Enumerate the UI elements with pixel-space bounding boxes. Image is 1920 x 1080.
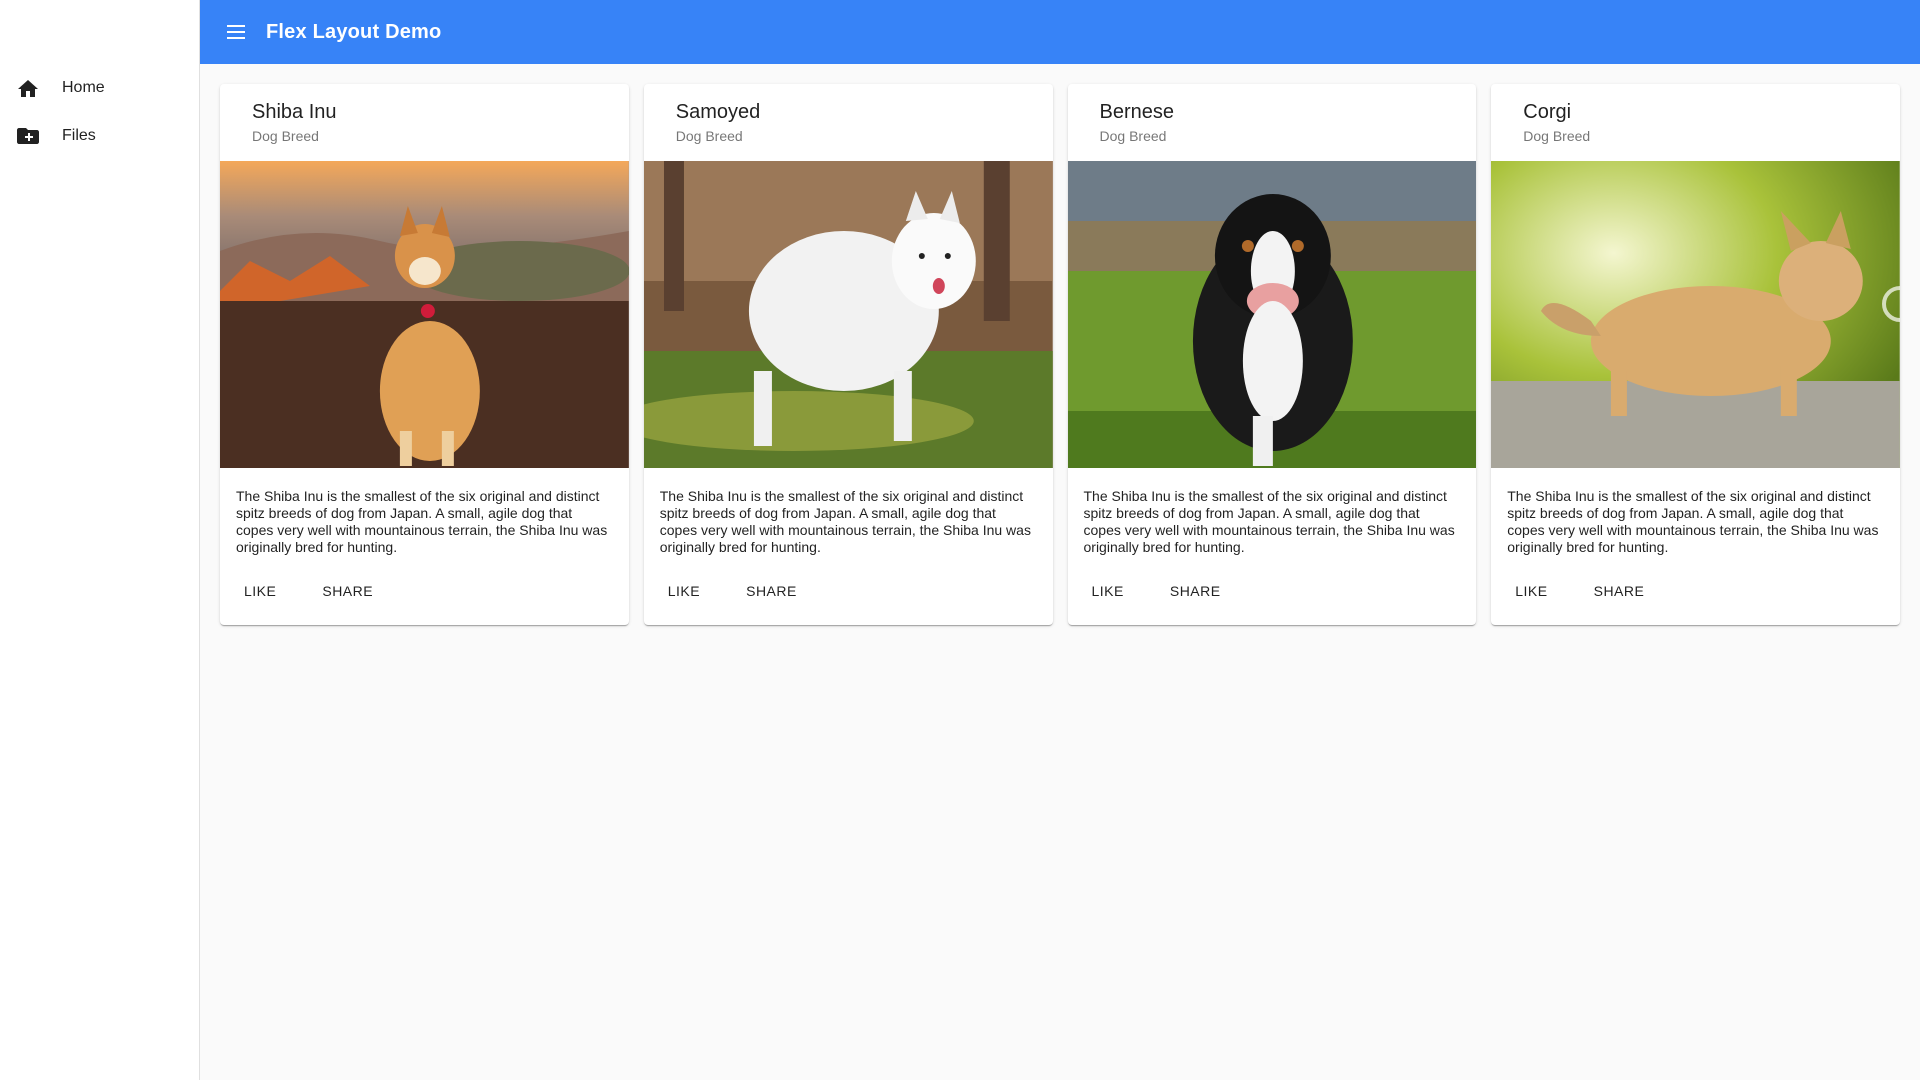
like-button[interactable]: LIKE xyxy=(228,573,292,609)
card-corgi: Corgi Dog Breed The Shiba Inu is the sma… xyxy=(1491,84,1900,625)
card-header: Samoyed Dog Breed xyxy=(644,84,1053,161)
page-title: Flex Layout Demo xyxy=(266,20,442,43)
card-samoyed: Samoyed Dog Breed The Shiba Inu is the s… xyxy=(643,84,1053,625)
card-header: Bernese Dog Breed xyxy=(1068,84,1477,161)
card-title: Corgi xyxy=(1523,101,1572,123)
card-actions: LIKE SHARE xyxy=(220,573,629,609)
card-description: The Shiba Inu is the smallest of the six… xyxy=(236,488,608,555)
dog-photo xyxy=(1491,161,1900,468)
card-header: Corgi Dog Breed xyxy=(1491,84,1900,161)
share-button[interactable]: SHARE xyxy=(730,573,813,609)
card-shiba-inu: Shiba Inu Dog Breed The Shiba Inu is the… xyxy=(220,84,629,625)
card-bernese: Bernese Dog Breed The Shiba Inu is the s… xyxy=(1067,84,1477,625)
card-grid: Shiba Inu Dog Breed The Shiba Inu is the… xyxy=(220,84,1900,625)
dog-photo xyxy=(1067,161,1477,468)
sidebar-item-files[interactable]: Files xyxy=(0,112,199,160)
card-subtitle: Dog Breed xyxy=(675,128,743,144)
card-header: Shiba Inu Dog Breed xyxy=(220,84,629,161)
card-actions: LIKE SHARE xyxy=(644,573,1053,609)
menu-icon[interactable] xyxy=(224,20,248,44)
card-subtitle: Dog Breed xyxy=(1523,128,1591,144)
card-description: The Shiba Inu is the smallest of the six… xyxy=(659,488,1031,555)
dog-photo xyxy=(220,161,629,468)
folder-add-icon xyxy=(16,124,40,148)
sidebar: Home Files xyxy=(0,0,200,1080)
card-title: Shiba Inu xyxy=(252,101,337,123)
sidebar-item-home[interactable]: Home xyxy=(0,64,199,112)
share-button[interactable]: SHARE xyxy=(306,573,389,609)
share-button[interactable]: SHARE xyxy=(1578,573,1661,609)
card-actions: LIKE SHARE xyxy=(1068,573,1477,609)
card-actions: LIKE SHARE xyxy=(1491,573,1900,609)
share-button[interactable]: SHARE xyxy=(1154,573,1237,609)
card-title: Bernese xyxy=(1099,101,1175,123)
sidebar-item-label: Files xyxy=(62,127,96,144)
card-description: The Shiba Inu is the smallest of the six… xyxy=(1083,488,1455,555)
card-description: The Shiba Inu is the smallest of the six… xyxy=(1507,488,1879,555)
like-button[interactable]: LIKE xyxy=(652,573,716,609)
card-title: Samoyed xyxy=(675,101,761,123)
top-toolbar: Flex Layout Demo xyxy=(200,0,1920,64)
card-subtitle: Dog Breed xyxy=(252,128,319,144)
like-button[interactable]: LIKE xyxy=(1499,573,1563,609)
like-button[interactable]: LIKE xyxy=(1076,573,1140,609)
home-icon xyxy=(16,76,40,100)
loading-spinner-icon xyxy=(1882,286,1900,322)
dog-photo xyxy=(643,161,1053,468)
card-subtitle: Dog Breed xyxy=(1099,128,1167,144)
sidebar-item-label: Home xyxy=(62,79,105,96)
